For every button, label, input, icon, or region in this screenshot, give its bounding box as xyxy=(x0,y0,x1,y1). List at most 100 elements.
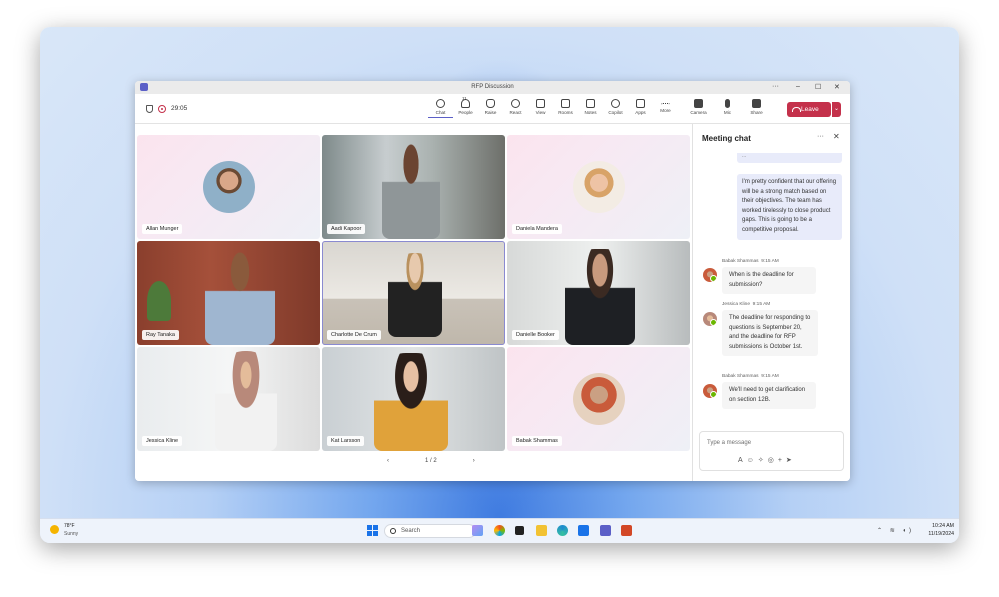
avatar xyxy=(573,161,625,213)
message-meta: Babak Shammas 9:15 AM xyxy=(722,374,779,379)
message-bubble: The deadline for responding to questions… xyxy=(722,310,818,357)
participant-name: Allan Munger xyxy=(142,224,183,234)
avatar xyxy=(203,161,255,213)
copilot-icon xyxy=(611,99,620,108)
participant-name: Daniela Mandera xyxy=(512,224,562,234)
send-icon[interactable]: ➤ xyxy=(786,457,796,464)
recording-icon xyxy=(158,105,166,113)
teams-meeting-window: RFP Discussion ··· – ☐ ✕ 29:05 Chat 11 Pe… xyxy=(135,81,850,481)
apps-label: Apps xyxy=(635,110,646,115)
participant-tile-active-speaker[interactable]: Charlotte De Crum xyxy=(322,241,505,345)
participant-tile[interactable]: Ray Tanaka xyxy=(137,241,320,345)
task-view-icon[interactable] xyxy=(515,526,524,535)
next-page-button[interactable]: › xyxy=(473,458,475,464)
widgets-icon[interactable] xyxy=(472,525,483,536)
apps-icon xyxy=(636,99,645,108)
message-meta: Babak Shammas 9:15 AM xyxy=(722,259,779,264)
chat-label: Chat xyxy=(435,110,446,115)
chat-title: Meeting chat xyxy=(702,134,751,143)
file-explorer-icon[interactable] xyxy=(536,525,547,536)
react-label: React xyxy=(509,110,522,115)
chat-more-button[interactable]: ··· xyxy=(817,133,824,140)
clock-date[interactable]: 11/19/2024 xyxy=(920,531,954,537)
powerpoint-icon[interactable] xyxy=(621,525,632,536)
participant-name: Charlotte De Crum xyxy=(327,330,381,340)
participant-name: Danielle Booker xyxy=(512,330,559,340)
more-button[interactable]: More xyxy=(653,97,678,118)
sticker-icon[interactable]: ◎ xyxy=(768,457,778,464)
message-time: 9:15 AM xyxy=(761,259,779,264)
mic-button[interactable]: Mic xyxy=(713,97,742,115)
participant-tile[interactable]: Kat Larsson xyxy=(322,347,505,451)
participant-video xyxy=(215,351,277,451)
avatar xyxy=(703,268,717,282)
search-label: Search xyxy=(401,528,421,534)
teams-icon[interactable] xyxy=(600,525,611,536)
taskbar-search[interactable]: Search xyxy=(384,524,476,538)
weather-sun-icon[interactable] xyxy=(50,525,59,534)
format-icon[interactable]: A xyxy=(738,457,747,464)
leave-options-chevron-icon[interactable]: ⌄ xyxy=(832,102,841,117)
sender-name: Jessica Kline xyxy=(722,302,750,307)
people-button[interactable]: 11 People xyxy=(453,96,478,118)
chat-close-button[interactable]: ✕ xyxy=(833,132,840,141)
video-stage: Allan Munger Aadi Kapoor Daniela Mandera… xyxy=(135,124,692,481)
react-icon xyxy=(511,99,520,108)
message-input[interactable]: Type a message xyxy=(707,440,751,446)
shield-icon xyxy=(146,105,153,113)
raise-hand-button[interactable]: Raise xyxy=(478,97,503,118)
rooms-icon xyxy=(561,99,570,108)
previous-page-button[interactable]: ‹ xyxy=(387,458,389,464)
copilot-icon[interactable] xyxy=(494,525,505,536)
participant-tile[interactable]: Aadi Kapoor xyxy=(322,135,505,239)
participant-tile[interactable]: Danielle Booker xyxy=(507,241,690,345)
composer-tools: A☺✧◎+➤ xyxy=(738,456,796,464)
raise-hand-icon xyxy=(486,99,495,108)
maximize-button[interactable]: ☐ xyxy=(815,83,821,91)
message-bubble: When is the deadline for submission? xyxy=(722,267,816,295)
camera-button[interactable]: Camera xyxy=(684,97,713,115)
view-icon xyxy=(536,99,545,108)
system-tray[interactable]: ⌃ ≋ ◖) xyxy=(877,527,914,534)
participant-tile[interactable]: Allan Munger xyxy=(137,135,320,239)
weather-desc[interactable]: Sunny xyxy=(64,531,78,537)
minimize-button[interactable]: – xyxy=(796,83,800,90)
close-window-button[interactable]: ✕ xyxy=(834,83,840,91)
previous-message-fragment: ... xyxy=(737,153,842,163)
participant-tile[interactable]: Jessica Kline xyxy=(137,347,320,451)
clock-time[interactable]: 10:24 AM xyxy=(924,523,954,529)
participant-name: Babak Shammas xyxy=(512,436,562,446)
participant-video xyxy=(565,249,635,345)
participant-tile[interactable]: Daniela Mandera xyxy=(507,135,690,239)
people-count: 11 xyxy=(462,96,467,101)
share-label: Share xyxy=(750,110,763,115)
notes-button[interactable]: Notes xyxy=(578,97,603,118)
edge-icon[interactable] xyxy=(557,525,568,536)
apps-button[interactable]: Apps xyxy=(628,97,653,118)
window-more-button[interactable]: ··· xyxy=(772,83,779,90)
participant-name: Ray Tanaka xyxy=(142,330,179,340)
meeting-toolbar: 29:05 Chat 11 People Raise React View Roo… xyxy=(135,94,850,124)
participant-tile[interactable]: Babak Shammas xyxy=(507,347,690,451)
rooms-button[interactable]: Rooms xyxy=(553,97,578,118)
loop-icon[interactable]: ✧ xyxy=(758,457,768,464)
chat-button[interactable]: Chat xyxy=(428,97,453,118)
notes-label: Notes xyxy=(584,110,597,115)
share-button[interactable]: Share xyxy=(742,97,771,115)
participant-name: Aadi Kapoor xyxy=(327,224,366,234)
view-button[interactable]: View xyxy=(528,97,553,118)
raise-label: Raise xyxy=(484,110,497,115)
store-icon[interactable] xyxy=(578,525,589,536)
weather-temp[interactable]: 78°F xyxy=(64,523,75,529)
leave-button[interactable]: Leave xyxy=(787,102,831,117)
add-icon[interactable]: + xyxy=(778,457,786,464)
avatar xyxy=(703,312,717,326)
copilot-button[interactable]: Copilot xyxy=(603,97,628,118)
message-meta: Jessica Kline 9:15 AM xyxy=(722,302,770,307)
participant-name: Jessica Kline xyxy=(142,436,183,446)
emoji-icon[interactable]: ☺ xyxy=(747,457,758,464)
react-button[interactable]: React xyxy=(503,97,528,118)
taskbar: 78°F Sunny Search ⌃ ≋ ◖) 10:24 AM 11/19/… xyxy=(40,518,959,543)
message-composer[interactable]: Type a message A☺✧◎+➤ xyxy=(699,431,844,471)
start-windows-icon[interactable] xyxy=(367,525,378,536)
